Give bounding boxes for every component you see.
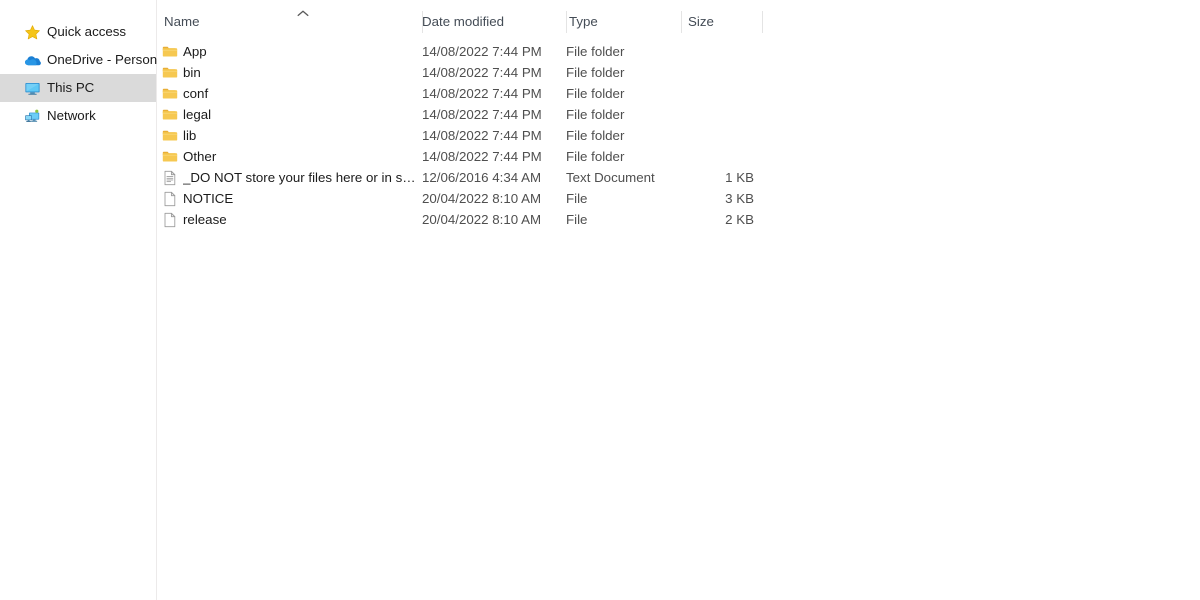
sidebar-item-network[interactable]: Network (0, 102, 156, 130)
date-modified-cell: 14/08/2022 7:44 PM (422, 107, 542, 122)
file-size-cell: 2 KB (725, 212, 754, 227)
file-size-cell: 1 KB (725, 170, 754, 185)
file-name-cell: Other (183, 149, 217, 164)
table-row[interactable]: conf 14/08/2022 7:44 PM File folder (157, 83, 775, 104)
table-row[interactable]: lib 14/08/2022 7:44 PM File folder (157, 125, 775, 146)
file-type-cell: File (566, 212, 588, 227)
file-type-cell: File folder (566, 128, 625, 143)
file-size-cell (681, 41, 754, 62)
table-row[interactable]: _DO NOT store your files here or in subf… (157, 167, 775, 188)
file-name-cell: legal (183, 107, 212, 122)
sidebar-item-quick-access[interactable]: Quick access (0, 18, 156, 46)
folder-icon (162, 44, 178, 60)
text-document-icon (162, 170, 178, 186)
date-modified-cell: 20/04/2022 8:10 AM (422, 191, 542, 206)
file-size-cell (681, 125, 754, 146)
file-explorer-window: Quick access OneDrive - Personal This PC… (0, 0, 1200, 600)
file-type-cell: File folder (566, 65, 625, 80)
table-row[interactable]: NOTICE 20/04/2022 8:10 AM File 3 KB (157, 188, 775, 209)
table-row[interactable]: App 14/08/2022 7:44 PM File folder (157, 41, 775, 62)
monitor-icon (24, 80, 41, 97)
sidebar-item-label: This PC (47, 80, 95, 96)
column-separator[interactable] (762, 11, 763, 33)
column-header-size[interactable]: Size (688, 10, 714, 34)
table-row[interactable]: bin 14/08/2022 7:44 PM File folder (157, 62, 775, 83)
file-size-cell (681, 146, 754, 167)
date-modified-cell: 14/08/2022 7:44 PM (422, 149, 542, 164)
table-row[interactable]: legal 14/08/2022 7:44 PM File folder (157, 104, 775, 125)
folder-icon (162, 128, 178, 144)
file-name-cell: App (183, 44, 207, 59)
network-icon (24, 108, 41, 125)
column-header-row: Name Date modified Type Size (157, 10, 775, 34)
date-modified-cell: 14/08/2022 7:44 PM (422, 128, 542, 143)
folder-icon (162, 149, 178, 165)
sidebar-item-label: Network (47, 108, 96, 124)
file-type-cell: File folder (566, 86, 625, 101)
generic-file-icon (162, 212, 178, 228)
column-header-type[interactable]: Type (569, 10, 598, 34)
navigation-pane: Quick access OneDrive - Personal This PC… (0, 0, 167, 600)
file-type-cell: File folder (566, 149, 625, 164)
sidebar-item-label: OneDrive - Personal (47, 52, 168, 68)
column-header-name[interactable]: Name (164, 10, 199, 34)
generic-file-icon (162, 191, 178, 207)
date-modified-cell: 14/08/2022 7:44 PM (422, 86, 542, 101)
column-separator[interactable] (566, 11, 567, 33)
table-row[interactable]: Other 14/08/2022 7:44 PM File folder (157, 146, 775, 167)
table-row[interactable]: release 20/04/2022 8:10 AM File 2 KB (157, 209, 775, 230)
file-name-cell: _DO NOT store your files here or in subf… (183, 170, 419, 185)
date-modified-cell: 14/08/2022 7:44 PM (422, 65, 542, 80)
file-size-cell (681, 62, 754, 83)
date-modified-cell: 12/06/2016 4:34 AM (422, 170, 542, 185)
sidebar-item-this-pc[interactable]: This PC (0, 74, 156, 102)
file-name-cell: conf (183, 86, 209, 101)
sidebar-item-onedrive-personal[interactable]: OneDrive - Personal (0, 46, 167, 74)
file-name-cell: release (183, 212, 227, 227)
file-size-cell (681, 104, 754, 125)
date-modified-cell: 14/08/2022 7:44 PM (422, 44, 542, 59)
file-name-cell: NOTICE (183, 191, 234, 206)
onedrive-cloud-icon (24, 52, 41, 69)
sidebar-item-label: Quick access (47, 24, 127, 40)
file-size-cell (681, 83, 754, 104)
file-list-view: Name Date modified Type Size App 14/08/20… (157, 0, 1200, 600)
file-name-cell: bin (183, 65, 201, 80)
date-modified-cell: 20/04/2022 8:10 AM (422, 212, 542, 227)
folder-icon (162, 107, 178, 123)
file-size-cell: 3 KB (725, 191, 754, 206)
file-name-cell: lib (183, 128, 197, 143)
column-header-date-modified[interactable]: Date modified (422, 10, 504, 34)
file-type-cell: File folder (566, 107, 625, 122)
file-type-cell: File (566, 191, 588, 206)
star-icon (24, 24, 41, 41)
column-separator[interactable] (681, 11, 682, 33)
file-type-cell: File folder (566, 44, 625, 59)
file-type-cell: Text Document (566, 170, 655, 185)
folder-icon (162, 86, 178, 102)
folder-icon (162, 65, 178, 81)
file-rows-container: App 14/08/2022 7:44 PM File folder bin 14/0… (157, 41, 775, 230)
